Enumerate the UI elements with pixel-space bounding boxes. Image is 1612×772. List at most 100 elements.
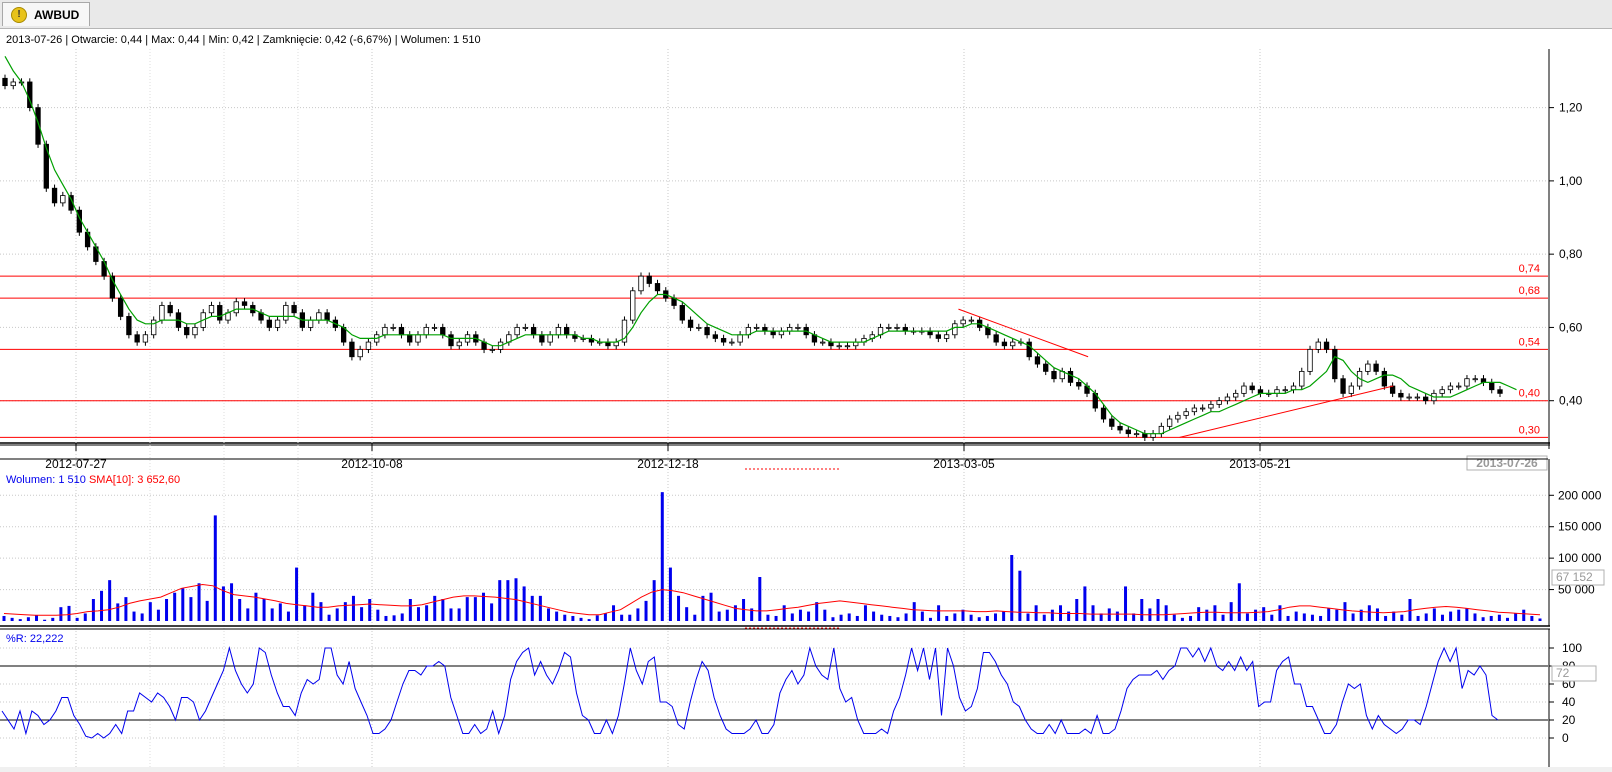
volume-bar	[1083, 586, 1087, 621]
volume-bar	[416, 607, 420, 621]
candle	[1224, 396, 1231, 402]
candle	[10, 81, 16, 87]
candle	[1439, 389, 1445, 394]
volume-bar	[278, 603, 282, 621]
volume-bar	[51, 617, 55, 621]
level-label: 0,30	[1519, 424, 1540, 436]
volume-bar	[579, 617, 583, 621]
volume-legend-wolumen: Wolumen: 1 510	[6, 474, 86, 486]
willr-y-tick-label: 100	[1562, 641, 1582, 655]
willr-current-label: 72	[1556, 666, 1570, 680]
volume-bar	[1514, 613, 1518, 621]
volume-bar	[1392, 611, 1396, 621]
volume-bar	[1221, 614, 1225, 621]
volume-bar	[441, 599, 445, 621]
volume-bar	[465, 597, 469, 621]
candle	[1100, 407, 1107, 420]
candle	[134, 334, 140, 343]
candle	[530, 327, 537, 336]
candle	[1282, 389, 1288, 392]
candle	[1233, 392, 1239, 398]
candle	[1323, 341, 1330, 350]
volume-bar	[1481, 617, 1485, 621]
candle	[448, 334, 454, 347]
volume-bar	[782, 605, 786, 621]
volume-bar	[628, 614, 632, 621]
volume-bar	[701, 595, 705, 621]
candle	[993, 334, 999, 343]
volume-bar	[1050, 609, 1054, 621]
volume-bar	[1465, 608, 1469, 621]
volume-bar	[717, 611, 721, 621]
volume-bar	[855, 615, 859, 621]
volume-bar	[1400, 614, 1404, 621]
volume-bar	[213, 515, 217, 621]
volume-bar	[189, 597, 193, 621]
chart-area[interactable]: 0,74 0,68 0,54 0,40 0,30 1,20 1,00 0,80 0,60 0,4…	[0, 29, 1612, 767]
volume-bar	[1440, 614, 1444, 621]
candle	[547, 334, 553, 343]
volume-bar	[969, 614, 973, 621]
candle	[1067, 370, 1074, 383]
volume-bar	[620, 614, 624, 621]
willr-y-tick-label: 20	[1562, 713, 1576, 727]
candle	[737, 334, 743, 343]
candle	[1340, 378, 1346, 394]
volume-bar	[1489, 615, 1493, 621]
volume-bar	[506, 580, 510, 621]
candle	[555, 327, 562, 336]
candle	[365, 341, 372, 350]
willr-series-line	[1, 646, 1499, 739]
volume-bar	[360, 607, 364, 621]
y-tick-label: 0,80	[1559, 247, 1583, 261]
volume-bar	[1505, 617, 1509, 621]
candle	[943, 334, 950, 339]
volume-bar	[1302, 613, 1306, 621]
candle	[1489, 381, 1495, 391]
chart-svg[interactable]: 0,74 0,68 0,54 0,40 0,30 1,20 1,00 0,80 0,60 0,4…	[0, 29, 1612, 767]
candle	[1414, 396, 1421, 399]
candle	[1464, 378, 1470, 387]
candle	[1051, 370, 1057, 380]
volume-bar	[693, 614, 697, 621]
volume-bar	[473, 597, 477, 621]
candle	[1010, 341, 1016, 347]
volume-bar	[888, 615, 892, 621]
volume-bar	[286, 611, 290, 621]
candle	[712, 334, 718, 339]
volume-bar	[571, 615, 575, 621]
volume-bar	[1237, 583, 1241, 621]
volume-bar	[67, 605, 71, 621]
volume-bar	[392, 615, 396, 621]
volume-bar	[197, 583, 201, 621]
tab-awbud[interactable]: ! AWBUD	[2, 2, 90, 26]
volume-bar	[140, 613, 144, 621]
candle	[1034, 356, 1041, 365]
volume-bar	[668, 567, 672, 621]
candle	[51, 187, 58, 204]
candle	[654, 283, 661, 292]
volume-bar	[2, 615, 6, 621]
volume-bar	[400, 613, 404, 621]
volume-bar	[1115, 611, 1119, 621]
candle	[1389, 385, 1396, 394]
y-tick-label: 1,00	[1559, 174, 1583, 188]
volume-bar	[1278, 605, 1282, 621]
volume-bar	[920, 611, 924, 621]
volume-bar	[1449, 611, 1453, 621]
volume-bar	[993, 613, 997, 621]
volume-bar	[985, 615, 989, 621]
candle	[630, 290, 636, 321]
candle	[1076, 381, 1082, 387]
candle	[415, 334, 421, 343]
volume-bar	[1432, 608, 1436, 621]
volume-bar	[319, 602, 323, 621]
volume-bar	[1335, 609, 1339, 621]
level-label: 0,74	[1519, 263, 1540, 275]
candle	[283, 305, 289, 321]
volume-bar	[1254, 609, 1258, 621]
volume-bar	[1286, 615, 1290, 621]
candle	[192, 327, 198, 336]
candle	[1315, 341, 1321, 350]
volume-bar	[327, 614, 331, 621]
